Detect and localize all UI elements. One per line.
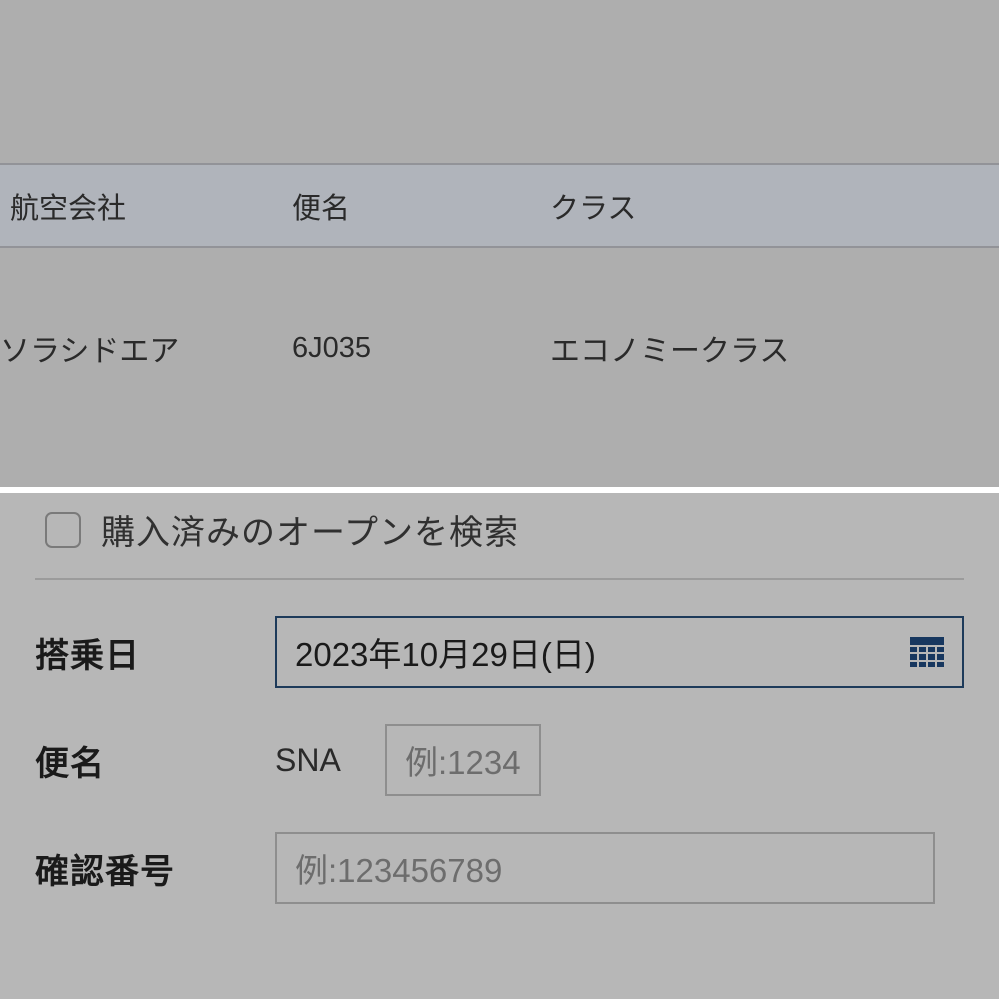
search-form-panel: 購入済みのオープンを検索 搭乗日 2023年10月29日(日) 便名 SNA 例…	[0, 487, 999, 999]
open-ticket-checkbox[interactable]	[45, 512, 81, 548]
flight-prefix: SNA	[275, 742, 385, 779]
header-class: クラス	[530, 185, 999, 227]
boarding-date-label: 搭乗日	[35, 628, 275, 677]
open-ticket-checkbox-label: 購入済みのオープンを検索	[101, 505, 519, 554]
boarding-date-row: 搭乗日 2023年10月29日(日)	[35, 616, 964, 688]
header-airline: 航空会社	[0, 185, 280, 227]
open-ticket-checkbox-row: 購入済みのオープンを検索	[35, 493, 964, 580]
boarding-date-field[interactable]: 2023年10月29日(日)	[275, 616, 964, 688]
flight-number-placeholder: 例:1234	[405, 736, 521, 784]
flight-number-input[interactable]: 例:1234	[385, 724, 541, 796]
table-row: ソラシドエア 6J035 エコノミークラス	[0, 248, 999, 448]
confirmation-number-row: 確認番号 例:123456789	[35, 832, 964, 904]
flight-table-panel: 航空会社 便名 クラス ソラシドエア 6J035 エコノミークラス	[0, 0, 999, 487]
boarding-date-value: 2023年10月29日(日)	[295, 628, 596, 676]
confirmation-number-label: 確認番号	[35, 844, 275, 893]
flight-number-label: 便名	[35, 736, 275, 785]
flight-number-row: 便名 SNA 例:1234	[35, 724, 964, 796]
cell-airline: ソラシドエア	[0, 326, 280, 370]
confirmation-number-placeholder: 例:123456789	[295, 844, 502, 892]
table-header-row: 航空会社 便名 クラス	[0, 163, 999, 248]
cell-class: エコノミークラス	[530, 326, 999, 370]
confirmation-number-input[interactable]: 例:123456789	[275, 832, 935, 904]
calendar-icon[interactable]	[910, 637, 944, 667]
header-flight: 便名	[280, 185, 530, 227]
cell-flight: 6J035	[280, 332, 530, 365]
